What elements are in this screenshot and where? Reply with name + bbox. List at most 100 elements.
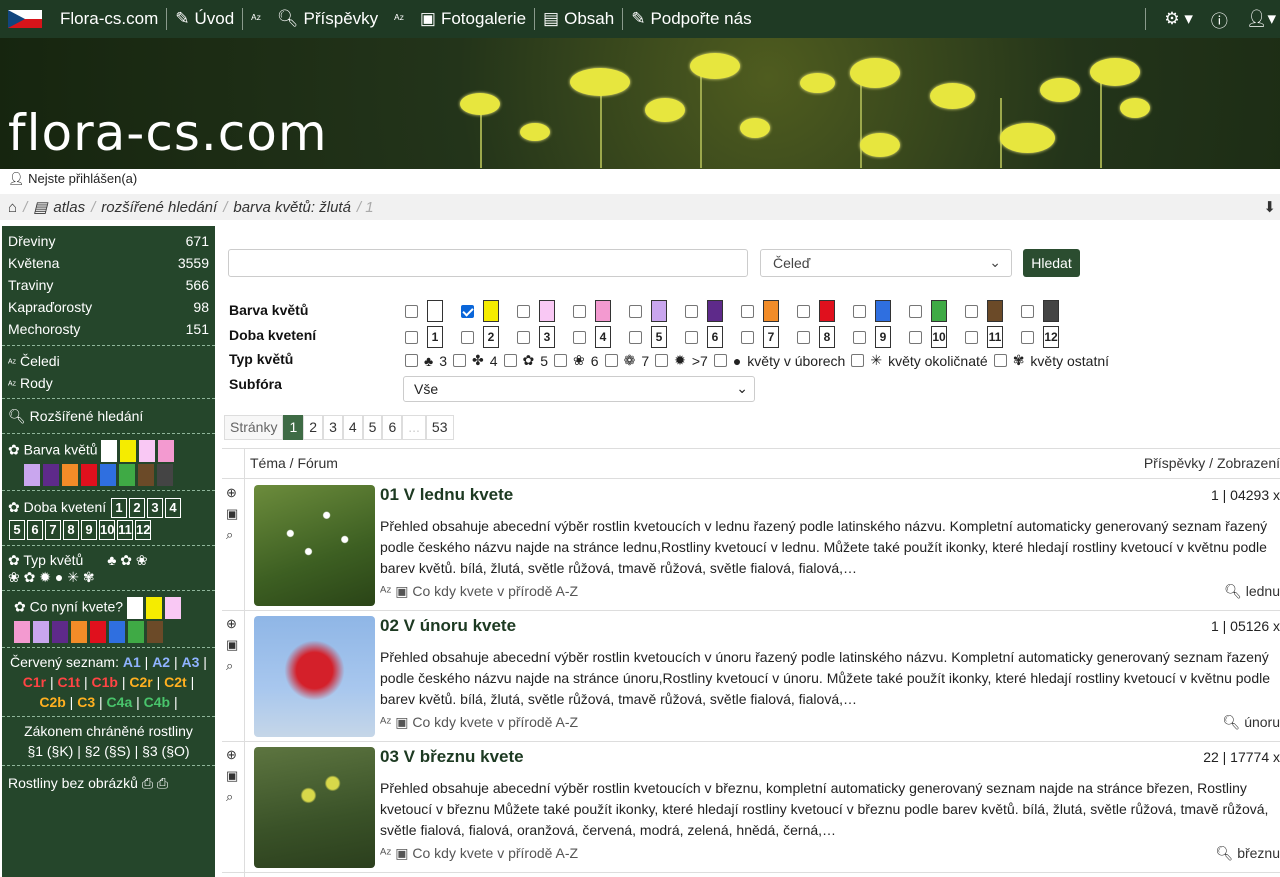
family-select[interactable]: Čeleď ⌄: [760, 249, 1012, 277]
sidebar-rozsirene[interactable]: 🔍︎ Rozšířené hledání: [2, 399, 215, 433]
sidebar-category[interactable]: Dřeviny 671: [2, 230, 215, 252]
breadcrumb-atlas[interactable]: atlas: [53, 199, 85, 216]
download-icon[interactable]: ⬇: [1263, 198, 1276, 216]
color-swatch[interactable]: [164, 597, 181, 619]
color-checkbox[interactable]: [517, 304, 530, 318]
month-button[interactable]: 8: [63, 520, 79, 540]
login-status[interactable]: 👤︎ Nejste přihlášen(a): [8, 171, 137, 187]
color-swatch[interactable]: [71, 621, 87, 643]
color-checkbox[interactable]: [461, 304, 474, 318]
search-icon[interactable]: ⌕: [226, 658, 238, 674]
color-checkbox[interactable]: [965, 304, 978, 318]
nav-podporte[interactable]: ✎ Podpořte nás: [623, 9, 759, 29]
color-swatch[interactable]: [119, 464, 135, 486]
month-button[interactable]: 7: [45, 520, 61, 540]
color-swatch[interactable]: [24, 464, 40, 486]
page-link[interactable]: 2: [303, 415, 324, 440]
sidebar-category[interactable]: Mechorosty 151: [2, 318, 215, 340]
post-forum[interactable]: ᴬᶻ ▣ Co kdy kvete v přírodě A-Z: [380, 845, 578, 862]
post-forum[interactable]: ᴬᶻ ▣ Co kdy kvete v přírodě A-Z: [380, 583, 578, 600]
page-link[interactable]: 53: [425, 415, 454, 440]
color-swatch[interactable]: [52, 621, 68, 643]
help-icon[interactable]: ⓘ: [1211, 7, 1228, 32]
redlist-link[interactable]: C4a: [107, 694, 133, 710]
month-checkbox[interactable]: [629, 330, 642, 344]
redlist-link[interactable]: C1t: [58, 674, 81, 690]
post-tag[interactable]: 🔍︎ lednu: [1224, 583, 1280, 600]
color-swatch[interactable]: [101, 440, 118, 462]
color-checkbox[interactable]: [405, 304, 418, 318]
czech-flag-icon[interactable]: [8, 10, 42, 28]
month-checkbox[interactable]: [965, 330, 978, 344]
nav-fotogalerie[interactable]: ▣ Fotogalerie: [412, 9, 534, 29]
sidebar-category[interactable]: Traviny 566: [2, 274, 215, 296]
post-tag[interactable]: 🔍︎ únoru: [1223, 714, 1280, 731]
month-button[interactable]: 9: [81, 520, 97, 540]
breadcrumb-rozsirene[interactable]: rozšířené hledání: [101, 199, 217, 216]
month-button[interactable]: 2: [129, 498, 146, 518]
post-tag[interactable]: 🔍︎ březnu: [1216, 845, 1280, 862]
month-checkbox[interactable]: [909, 330, 922, 344]
month-button[interactable]: 5: [9, 520, 25, 540]
month-button[interactable]: 6: [27, 520, 43, 540]
color-swatch[interactable]: [145, 597, 162, 619]
color-checkbox[interactable]: [797, 304, 810, 318]
month-checkbox[interactable]: [685, 330, 698, 344]
sidebar-bez[interactable]: Rostliny bez obrázků ⎙ ⎙: [2, 766, 215, 800]
color-swatch[interactable]: [100, 464, 116, 486]
color-checkbox[interactable]: [853, 304, 866, 318]
sidebar-category[interactable]: Květena 3559: [2, 252, 215, 274]
user-icon[interactable]: 👤︎▾: [1246, 9, 1276, 29]
breadcrumb-barva[interactable]: barva květů: žlutá: [233, 199, 351, 216]
nav-prispevky[interactable]: 🔍︎ Příspěvky: [269, 9, 386, 29]
redlist-link[interactable]: C3: [77, 694, 95, 710]
type-checkbox-3[interactable]: [405, 354, 418, 367]
nav-uvod[interactable]: ✎ Úvod: [167, 9, 242, 29]
page-link[interactable]: 4: [342, 415, 363, 440]
page-link[interactable]: 6: [382, 415, 403, 440]
month-checkbox[interactable]: [573, 330, 586, 344]
color-swatch[interactable]: [128, 621, 144, 643]
color-checkbox[interactable]: [1021, 304, 1034, 318]
month-checkbox[interactable]: [741, 330, 754, 344]
month-checkbox[interactable]: [853, 330, 866, 344]
post-title[interactable]: 03 V březnu kvete: [380, 747, 524, 767]
redlist-link[interactable]: C2b: [39, 694, 65, 710]
type-checkbox-uborech[interactable]: [713, 354, 727, 367]
post-forum[interactable]: ᴬᶻ ▣ Co kdy kvete v přírodě A-Z: [380, 714, 578, 731]
month-checkbox[interactable]: [797, 330, 810, 344]
redlist-link[interactable]: C4b: [144, 694, 170, 710]
color-swatch[interactable]: [81, 464, 97, 486]
type-checkbox-ostatni[interactable]: [993, 354, 1007, 367]
color-swatch[interactable]: [158, 440, 175, 462]
month-button[interactable]: 12: [135, 520, 151, 540]
post-thumbnail[interactable]: [254, 485, 375, 606]
color-swatch[interactable]: [157, 464, 173, 486]
color-swatch[interactable]: [90, 621, 106, 643]
month-checkbox[interactable]: [461, 330, 474, 344]
color-checkbox[interactable]: [685, 304, 698, 318]
month-button[interactable]: 4: [165, 498, 182, 518]
color-checkbox[interactable]: [629, 304, 642, 318]
month-button[interactable]: 3: [147, 498, 164, 518]
redlist-link[interactable]: C1b: [92, 674, 118, 690]
post-title[interactable]: 02 V únoru kvete: [380, 616, 516, 636]
nav-za-icon[interactable]: ᴬᶻ: [386, 12, 412, 26]
sidebar-rody[interactable]: ᴬᶻ Rody: [2, 372, 215, 394]
color-checkbox[interactable]: [909, 304, 922, 318]
redlist-link[interactable]: A1: [123, 654, 141, 670]
search-icon[interactable]: ⌕: [226, 789, 238, 805]
flower-type-icons[interactable]: ❀ ✿ ✹ ● ✳ ✾: [8, 569, 209, 586]
color-swatch[interactable]: [120, 440, 137, 462]
type-checkbox-4[interactable]: [452, 354, 466, 367]
redlist-link[interactable]: C1r: [23, 674, 46, 690]
search-icon[interactable]: ⌕: [226, 527, 238, 543]
month-button[interactable]: 1: [111, 498, 128, 518]
color-swatch[interactable]: [138, 464, 154, 486]
color-swatch[interactable]: [62, 464, 78, 486]
month-checkbox[interactable]: [405, 330, 418, 344]
redlist-link[interactable]: A2: [152, 654, 170, 670]
redlist-link[interactable]: C2t: [164, 674, 187, 690]
page-link[interactable]: 3: [323, 415, 343, 440]
color-swatch[interactable]: [43, 464, 59, 486]
